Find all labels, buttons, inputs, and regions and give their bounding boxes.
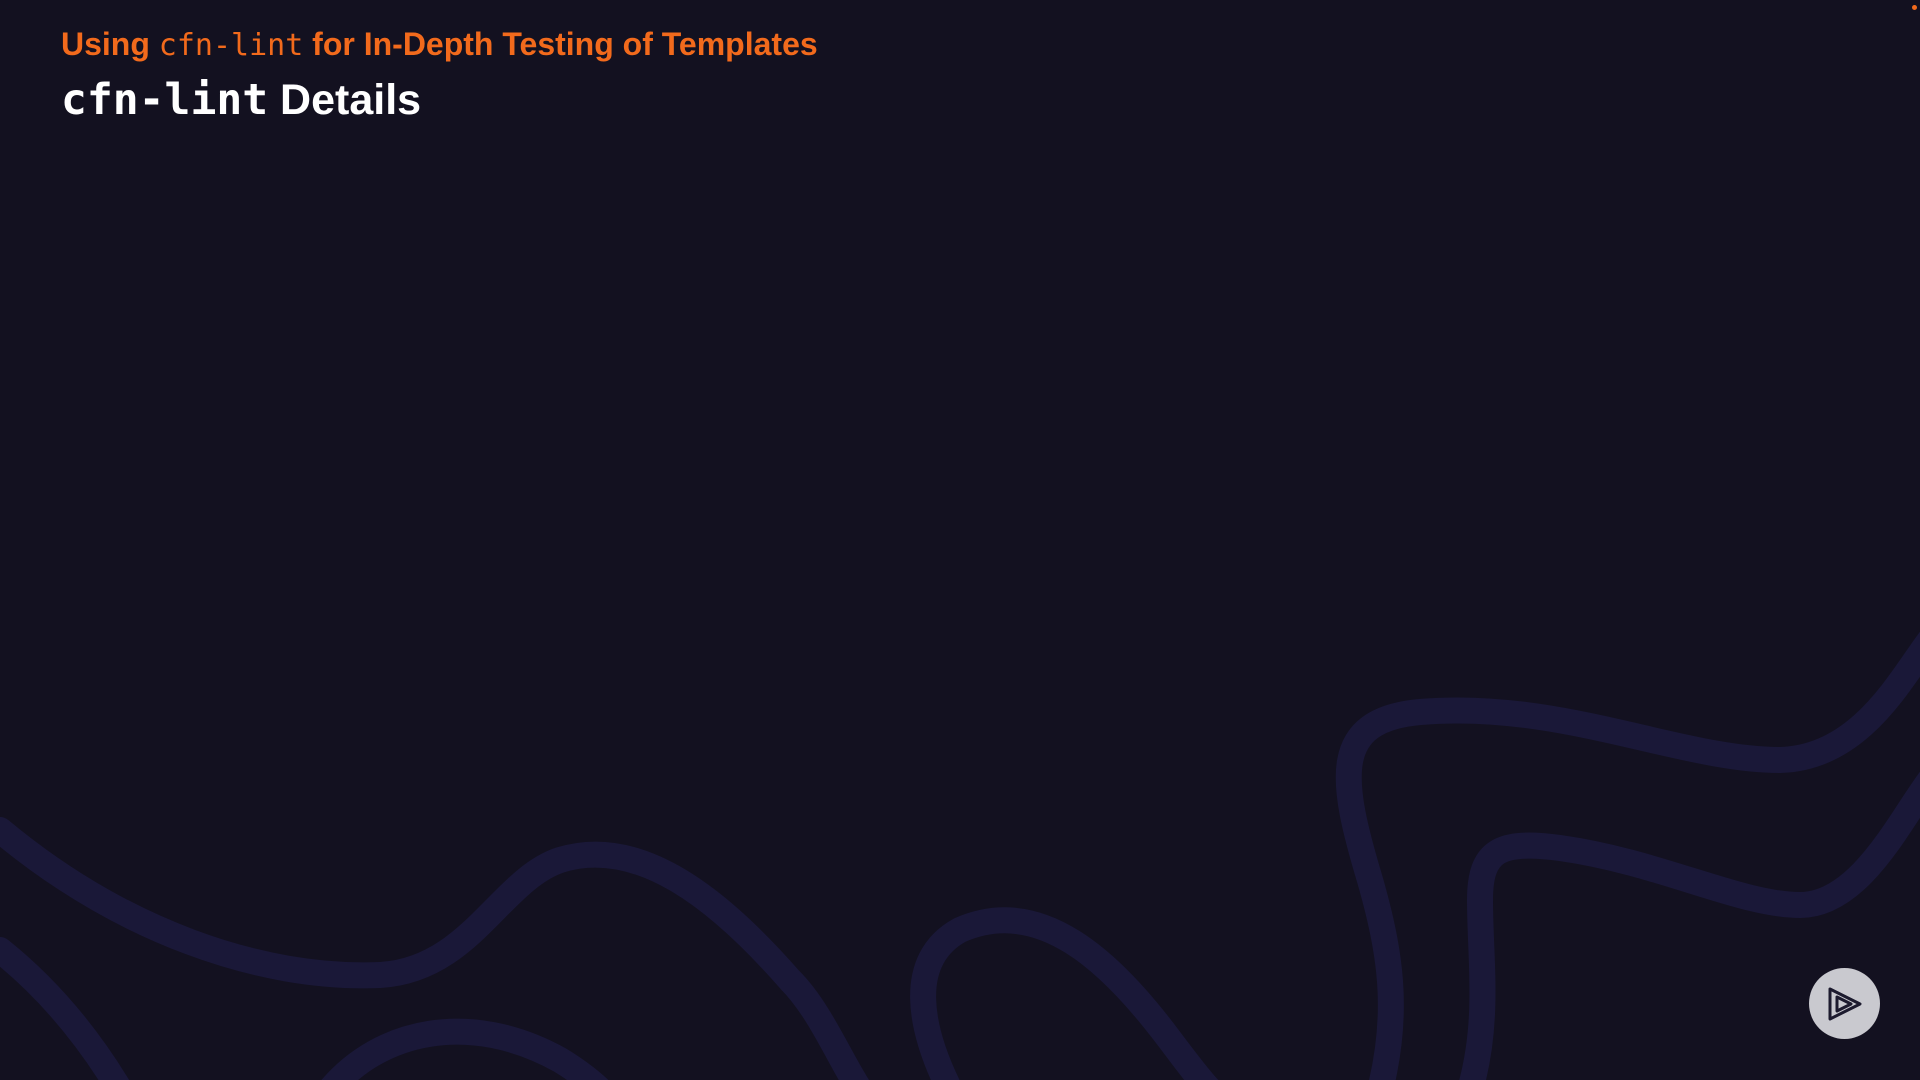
slide-header: Using cfn-lint for In-Depth Testing of T… bbox=[61, 22, 818, 128]
corner-indicator-dot bbox=[1912, 5, 1917, 10]
subtitle-suffix: for In-Depth Testing of Templates bbox=[303, 26, 818, 62]
title-code: cfn-lint bbox=[61, 75, 269, 125]
subtitle-code: cfn-lint bbox=[158, 28, 304, 63]
title-suffix: Details bbox=[268, 76, 422, 124]
slide: Using cfn-lint for In-Depth Testing of T… bbox=[0, 0, 1920, 1080]
background-wave-decoration bbox=[0, 631, 1920, 1080]
play-button[interactable] bbox=[1809, 968, 1880, 1039]
slide-subtitle: Using cfn-lint for In-Depth Testing of T… bbox=[61, 22, 818, 68]
slide-title: cfn-lint Details bbox=[61, 72, 818, 128]
play-icon bbox=[1828, 987, 1861, 1020]
subtitle-prefix: Using bbox=[61, 26, 159, 62]
